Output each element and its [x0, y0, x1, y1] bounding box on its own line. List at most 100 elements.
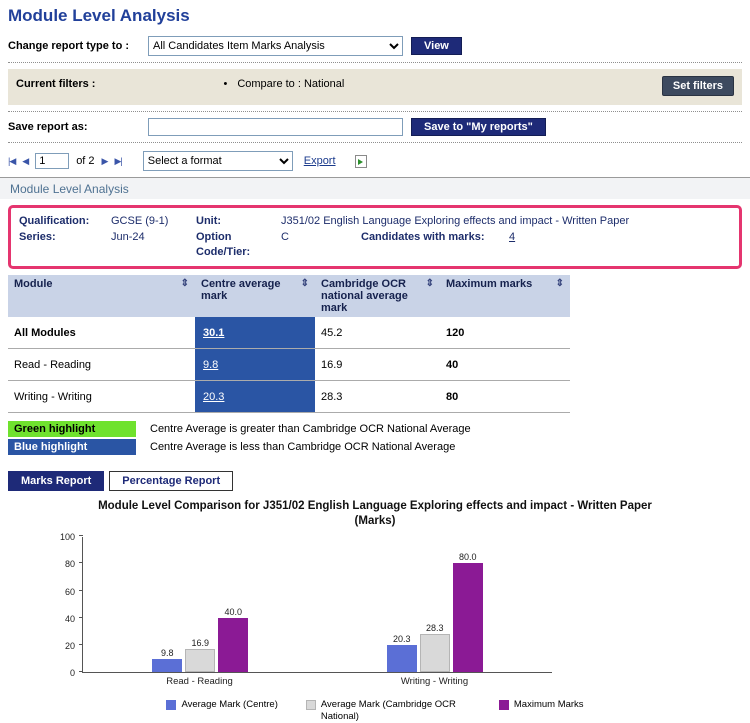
report-type-label: Change report type to :: [8, 40, 140, 52]
info-row: Series: Jun-24 Option Code/Tier: C Candi…: [19, 230, 731, 259]
x-axis-label: Read - Reading: [82, 673, 317, 687]
save-report-row: Save report as: Save to "My reports": [8, 118, 742, 136]
report-type-row: Change report type to : All Candidates I…: [8, 36, 742, 56]
y-tick-mark: [79, 671, 83, 672]
bar-wrap: 28.3: [420, 623, 450, 672]
blue-highlight-swatch: Blue highlight: [8, 439, 136, 455]
qualification-label: Qualification:: [19, 214, 111, 228]
bar-wrap: 80.0: [453, 552, 483, 672]
export-format-select[interactable]: Select a format: [143, 151, 293, 171]
highlight-legend: Green highlight Centre Average is greate…: [8, 421, 742, 455]
bullet-icon: •: [223, 78, 227, 90]
column-header[interactable]: Cambridge OCR national average mark⇕: [315, 275, 440, 317]
y-tick-label: 0: [70, 668, 75, 678]
bar: [185, 649, 215, 672]
table-row: All Modules30.145.2120: [8, 317, 570, 349]
module-cell: Writing - Writing: [8, 381, 195, 413]
centre-average-link[interactable]: 30.1: [203, 327, 224, 339]
legend-label: Maximum Marks: [514, 699, 584, 711]
module-table: Module⇕Centre average mark⇕Cambridge OCR…: [8, 275, 570, 414]
page: Module Level Analysis Change report type…: [0, 0, 750, 723]
column-header-label: Maximum marks: [446, 278, 532, 290]
filter-item: • Compare to : National: [223, 78, 344, 90]
page-count-label: of 2: [76, 155, 94, 167]
unit-value: J351/02 English Language Exploring effec…: [281, 214, 649, 228]
save-button[interactable]: Save to "My reports": [411, 118, 546, 136]
column-header[interactable]: Module ⇕: [8, 275, 195, 317]
table-row: Read - Reading9.816.940: [8, 349, 570, 381]
legend-swatch-icon: [166, 700, 176, 710]
sort-icon[interactable]: ⇕: [556, 278, 564, 290]
report-tabs: Marks Report Percentage Report: [8, 471, 742, 491]
save-report-label: Save report as:: [8, 121, 140, 133]
qualification-value: GCSE (9-1): [111, 214, 196, 228]
centre-average-cell: 9.8: [195, 349, 315, 381]
y-tick-mark: [79, 644, 83, 645]
column-header-label: Centre average mark: [201, 278, 297, 302]
bar: [387, 645, 417, 673]
option-code-tier-value: C: [281, 230, 361, 244]
legend-item: Average Mark (Centre): [166, 699, 277, 711]
y-tick-label: 20: [65, 641, 75, 651]
candidates-with-marks-label: Candidates with marks:: [361, 230, 509, 244]
bar-group: 9.816.940.0: [83, 537, 318, 672]
bar-group: 20.3 28.380.0: [318, 537, 553, 672]
centre-average-link[interactable]: 20.3: [203, 391, 224, 403]
info-row: Qualification: GCSE (9-1) Unit: J351/02 …: [19, 214, 731, 228]
first-page-icon[interactable]: |◀: [8, 156, 15, 167]
bar-value-label: 9.8: [161, 648, 174, 658]
page-number-input[interactable]: [35, 153, 69, 169]
y-tick-mark: [79, 617, 83, 618]
sort-icon[interactable]: ⇕: [301, 278, 309, 302]
set-filters-button[interactable]: Set filters: [662, 76, 734, 96]
export-link[interactable]: Export: [304, 155, 336, 167]
bar-wrap: 40.0: [218, 607, 248, 672]
report-section-header: Module Level Analysis: [0, 177, 750, 199]
national-average-cell: 16.9: [315, 349, 440, 381]
y-tick-label: 40: [65, 614, 75, 624]
sort-icon[interactable]: ⇕: [181, 278, 189, 290]
pager-toolbar: |◀ ◀ of 2 ▶ ▶| Select a format Export: [8, 151, 742, 171]
module-cell: Read - Reading: [8, 349, 195, 381]
tab-marks-report[interactable]: Marks Report: [8, 471, 104, 491]
previous-page-icon[interactable]: ◀: [22, 156, 28, 167]
divider: [8, 62, 742, 63]
legend-swatch-icon: [306, 700, 316, 710]
export-icon[interactable]: [355, 155, 367, 168]
sort-icon[interactable]: ⇕: [426, 278, 434, 314]
legend-swatch-icon: [499, 700, 509, 710]
module-comparison-chart: Module Level Comparison for J351/02 Engl…: [8, 499, 742, 723]
maximum-marks-cell: 120: [440, 317, 570, 349]
next-page-icon[interactable]: ▶: [102, 156, 108, 167]
report-type-select[interactable]: All Candidates Item Marks Analysis: [148, 36, 403, 56]
view-button[interactable]: View: [411, 37, 462, 55]
page-title: Module Level Analysis: [8, 6, 742, 26]
table-header-row: Module⇕Centre average mark⇕Cambridge OCR…: [8, 275, 570, 317]
last-page-icon[interactable]: ▶|: [114, 156, 121, 167]
green-highlight-description: Centre Average is greater than Cambridge…: [150, 423, 471, 435]
legend-row: Green highlight Centre Average is greate…: [8, 421, 742, 437]
legend-label: Average Mark (Centre): [181, 699, 277, 711]
plot: 9.816.940.0 20.3 28.380.0: [82, 537, 552, 673]
series-label: Series:: [19, 230, 111, 244]
national-average-cell: 28.3: [315, 381, 440, 413]
national-average-cell: 45.2: [315, 317, 440, 349]
candidates-with-marks-link[interactable]: 4: [509, 230, 515, 244]
tab-percentage-report[interactable]: Percentage Report: [109, 471, 233, 491]
current-filters-label: Current filters :: [16, 78, 95, 90]
centre-average-cell: 20.3: [195, 381, 315, 413]
save-report-input[interactable]: [148, 118, 403, 136]
report-info-panel: Qualification: GCSE (9-1) Unit: J351/02 …: [8, 205, 742, 269]
column-header-label: Module: [14, 278, 53, 290]
centre-average-cell: 30.1: [195, 317, 315, 349]
current-filters-bar: Current filters : • Compare to : National…: [8, 69, 742, 105]
column-header[interactable]: Centre average mark⇕: [195, 275, 315, 317]
y-tick-label: 80: [65, 559, 75, 569]
centre-average-link[interactable]: 9.8: [203, 359, 218, 371]
filter-value: Compare to : National: [237, 78, 344, 90]
bar-value-label: 20.3: [393, 634, 411, 644]
chart-plot-area: 020406080100 9.816.940.020.328.380.0: [48, 537, 742, 673]
column-header[interactable]: Maximum marks ⇕: [440, 275, 570, 317]
chart-title: Module Level Comparison for J351/02 Engl…: [95, 499, 655, 529]
y-axis: 020406080100: [48, 537, 82, 673]
